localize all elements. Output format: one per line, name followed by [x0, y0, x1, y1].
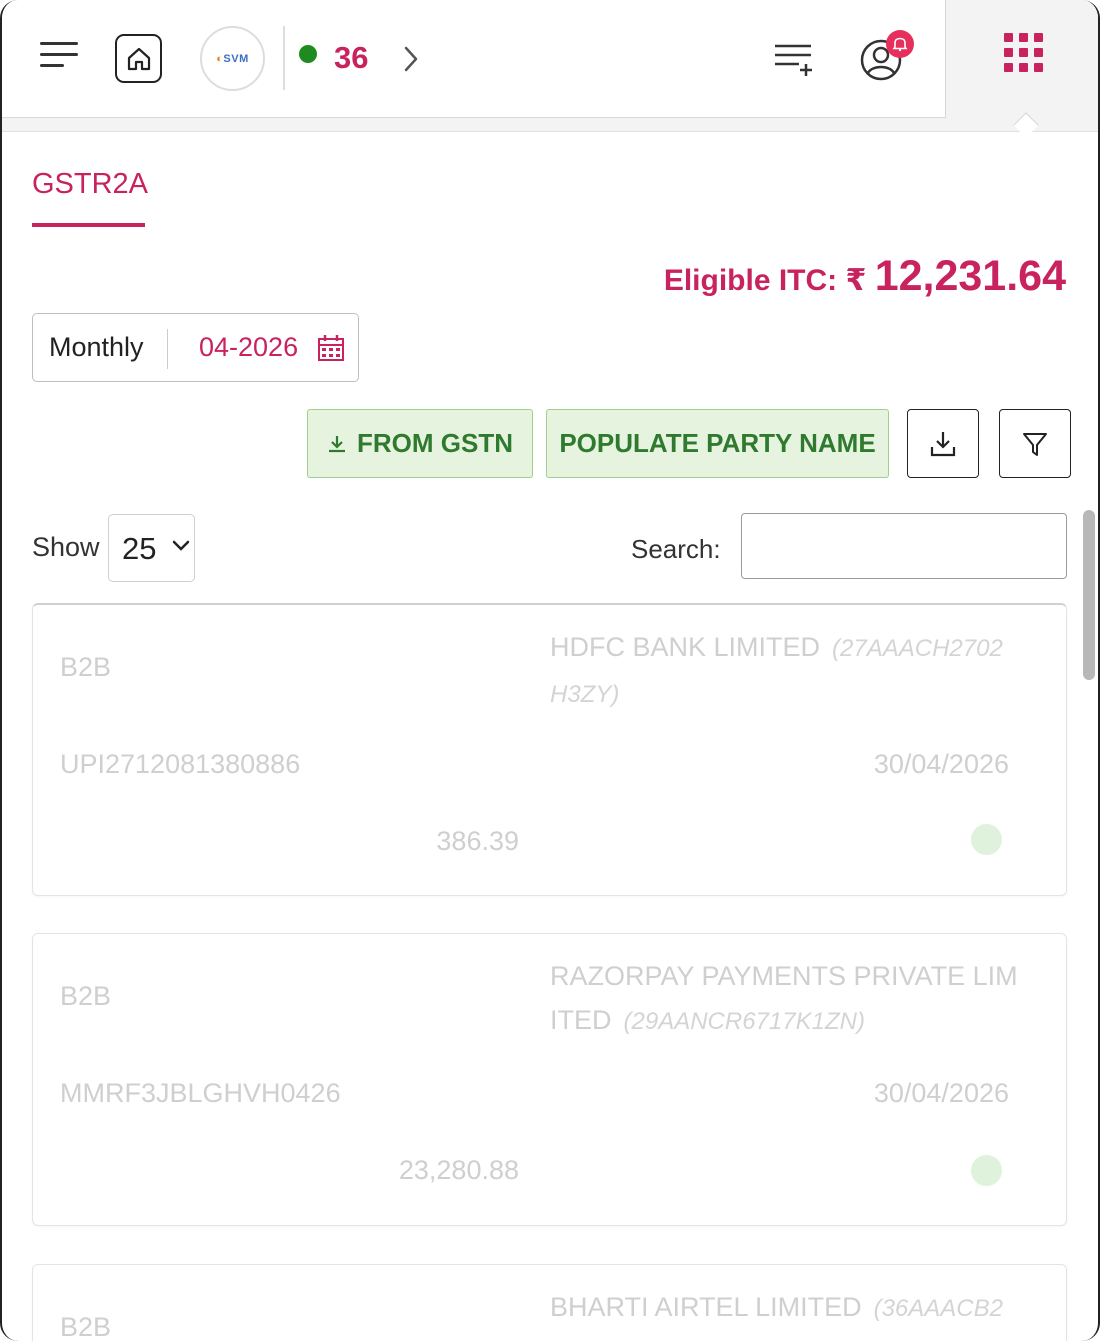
- record-card[interactable]: B2B HDFC BANK LIMITED (27AAACH2702H3ZY) U…: [32, 603, 1067, 896]
- invoice-date: 30/04/2026: [873, 1078, 1009, 1108]
- bell-icon: [892, 37, 908, 52]
- user-notification-button[interactable]: [860, 30, 916, 82]
- invoice-amount: 386.39: [436, 826, 519, 856]
- party-name: BHARTI AIRTEL LIMITED: [550, 1292, 862, 1322]
- record-party: HDFC BANK LIMITED (27AAACH2702H3ZY): [550, 625, 1020, 717]
- record-type: B2B: [60, 652, 112, 682]
- filter-button[interactable]: [999, 409, 1071, 478]
- record-type: B2B: [60, 981, 112, 1011]
- party-gstin: (36AAACB2: [873, 1295, 1003, 1322]
- online-status-dot: [299, 45, 317, 63]
- top-bar: ◐ SVM 36: [2, 0, 1098, 118]
- record-card[interactable]: B2B BHARTI AIRTEL LIMITED (36AAACB2: [32, 1264, 1067, 1341]
- show-label: Show: [32, 532, 100, 562]
- scrollbar-thumb[interactable]: [1083, 510, 1095, 680]
- invoice-number: MMRF3JBLGHVH0426: [60, 1078, 341, 1108]
- active-tab-indicator: [32, 223, 145, 227]
- eligible-itc-label: Eligible ITC: ₹: [663, 264, 867, 297]
- period-value[interactable]: 04-2026: [199, 332, 298, 363]
- download-icon: [329, 435, 345, 452]
- period-divider: [167, 329, 168, 369]
- logo-text: SVM: [223, 52, 249, 65]
- chevron-right-icon[interactable]: [400, 44, 422, 74]
- header-subbar: [2, 118, 1098, 132]
- status-dot: [971, 824, 1002, 855]
- calendar-icon[interactable]: [317, 334, 345, 362]
- page-size-select[interactable]: 25: [108, 514, 195, 582]
- invoice-number: UPI2712081380886: [60, 749, 301, 779]
- page-size-value: 25: [122, 531, 157, 566]
- header-divider: [283, 26, 285, 90]
- home-icon: [127, 47, 150, 70]
- chevron-down-icon: [172, 540, 190, 551]
- notification-badge: [886, 30, 914, 58]
- app-frame: ◐ SVM 36 GSTR2A Eligible ITC: ₹ 12,231.6…: [0, 0, 1100, 1341]
- record-card[interactable]: B2B RAZORPAY PAYMENTS PRIVATE LIMITED (29…: [32, 933, 1067, 1226]
- download-icon: [930, 431, 956, 456]
- period-mode[interactable]: Monthly: [49, 332, 144, 363]
- list-add-icon[interactable]: [773, 42, 817, 78]
- party-gstin: (29AANCR6717K1ZN): [623, 1008, 865, 1035]
- menu-icon[interactable]: [40, 42, 80, 72]
- home-button[interactable]: [115, 34, 162, 83]
- eligible-itc-value: 12,231.64: [874, 252, 1066, 300]
- filter-icon: [1023, 432, 1047, 456]
- record-type: B2B: [60, 1312, 112, 1341]
- record-party: RAZORPAY PAYMENTS PRIVATE LIMITED (29AANC…: [550, 954, 1020, 1044]
- from-gstn-label: FROM GSTN: [357, 428, 513, 458]
- online-count: 36: [334, 40, 369, 75]
- populate-party-name-button[interactable]: POPULATE PARTY NAME: [546, 409, 889, 478]
- invoice-amount: 23,280.88: [398, 1155, 519, 1185]
- from-gstn-button[interactable]: FROM GSTN: [307, 409, 533, 478]
- apps-panel[interactable]: [945, 0, 1098, 118]
- search-input[interactable]: [741, 513, 1067, 579]
- period-selector[interactable]: Monthly 04-2026: [32, 313, 359, 382]
- status-dot: [971, 1155, 1002, 1186]
- export-button[interactable]: [907, 409, 979, 478]
- record-party: BHARTI AIRTEL LIMITED (36AAACB2: [550, 1285, 1020, 1331]
- apps-grid-icon: [1004, 33, 1044, 73]
- tab-gstr2a[interactable]: GSTR2A: [32, 168, 148, 201]
- search-label: Search:: [631, 534, 721, 564]
- company-logo[interactable]: ◐ SVM: [200, 26, 265, 91]
- party-name: HDFC BANK LIMITED: [550, 632, 821, 662]
- populate-party-name-label: POPULATE PARTY NAME: [559, 428, 876, 458]
- eligible-itc: Eligible ITC: ₹ 12,231.64: [664, 252, 1066, 301]
- invoice-date: 30/04/2026: [873, 749, 1009, 779]
